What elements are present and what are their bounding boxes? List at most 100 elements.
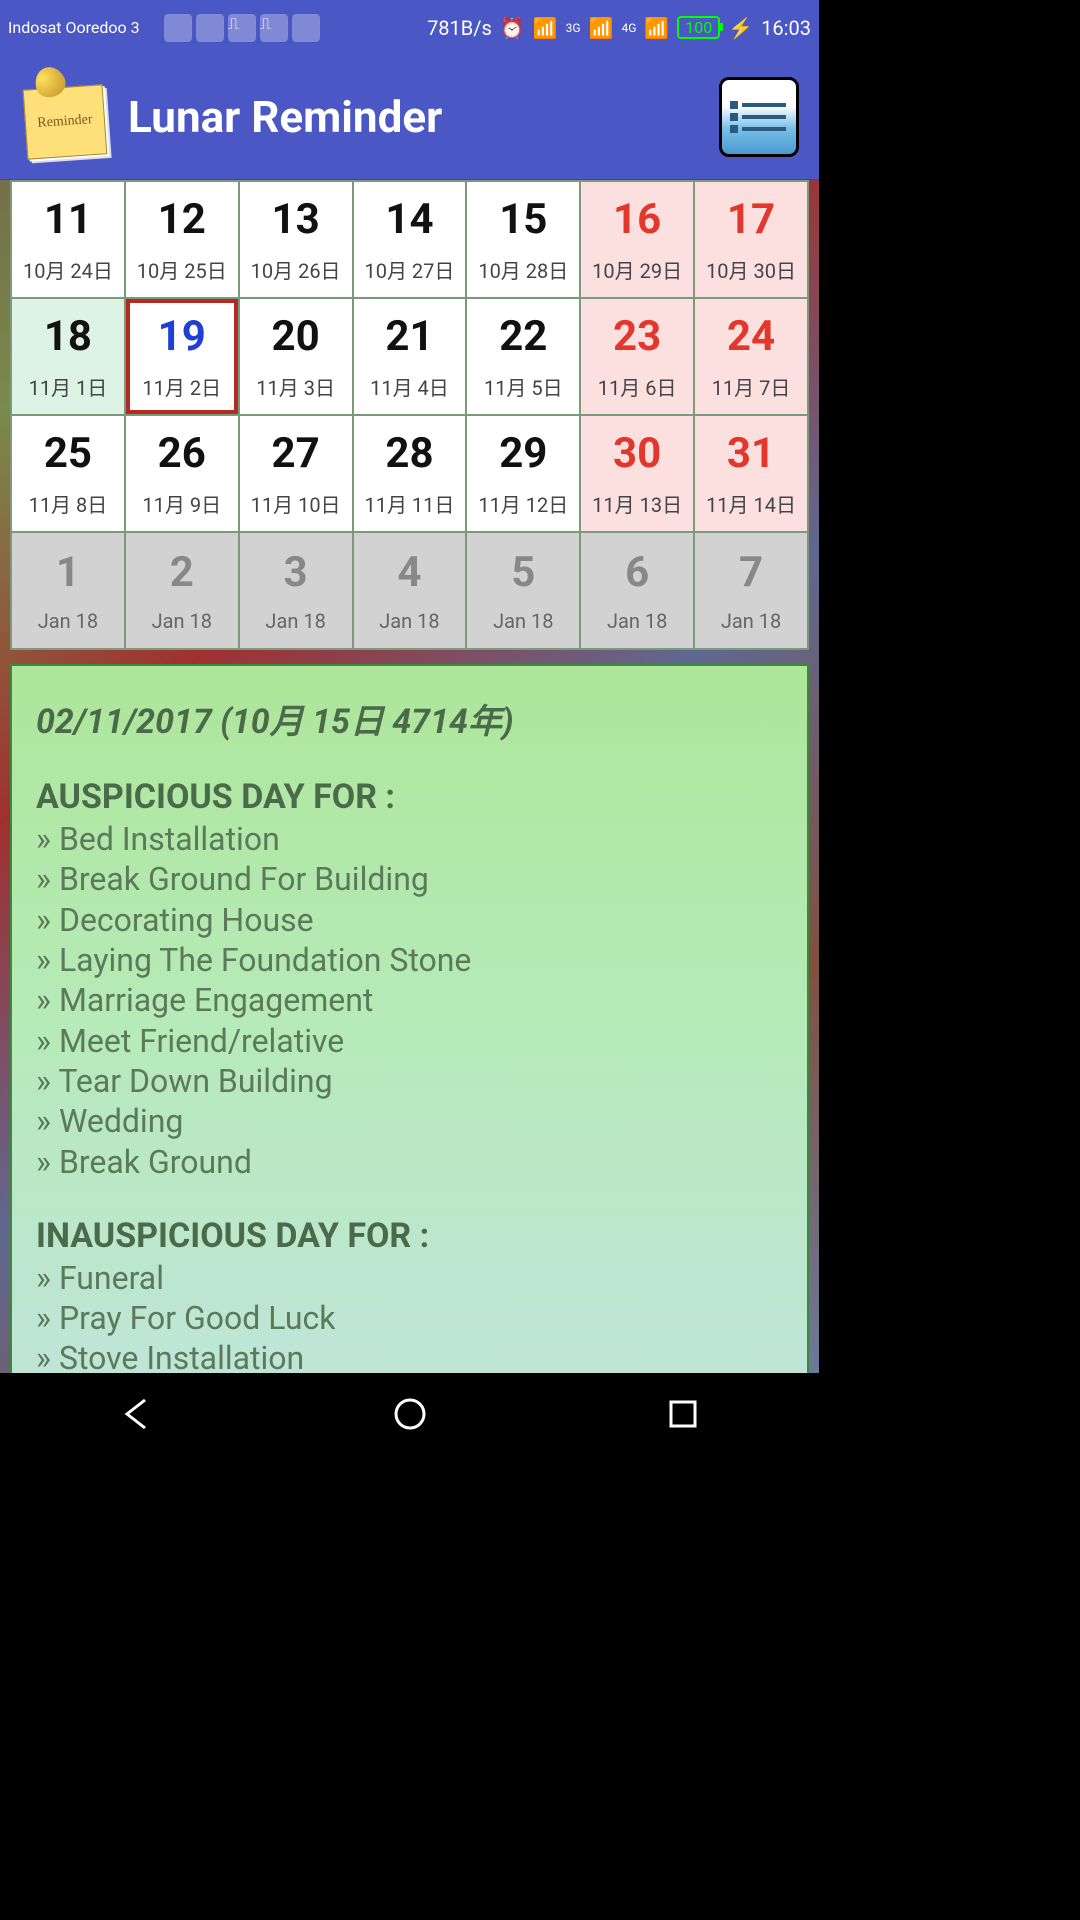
- charging-icon: ⚡: [728, 16, 753, 40]
- calendar-day[interactable]: 1911月 2日: [126, 299, 238, 414]
- calendar-day[interactable]: 3011月 13日: [581, 416, 693, 531]
- network-speed: 781B/s: [427, 16, 492, 40]
- list-item: Wedding: [36, 1101, 783, 1141]
- lunar-label: 10月 26日: [242, 255, 350, 284]
- day-number: 31: [697, 429, 805, 479]
- day-number: 1: [14, 548, 122, 598]
- calendar-day[interactable]: 13 10月 26日: [240, 182, 352, 297]
- lunar-label: 11月 10日: [242, 489, 350, 518]
- calendar-day[interactable]: 2911月 12日: [467, 416, 579, 531]
- calendar-day[interactable]: 17 10月 30日: [695, 182, 807, 297]
- status-bar: Indosat Ooredoo 3 ⎍ ⎍ 781B/s ⏰ 📶 3G 📶 4G…: [0, 0, 819, 55]
- lunar-label: 10月 29日: [583, 255, 691, 284]
- day-number: 13: [242, 195, 350, 245]
- calendar-day[interactable]: 2411月 7日: [695, 299, 807, 414]
- calendar-day[interactable]: 25 11月 8日: [12, 416, 124, 531]
- lunar-label: 11月 8日: [14, 489, 122, 518]
- calendar-day[interactable]: 2111月 4日: [354, 299, 466, 414]
- calendar-day[interactable]: 20 11月 3日: [240, 299, 352, 414]
- calendar-day[interactable]: 3Jan 18: [240, 533, 352, 648]
- calendar-day[interactable]: 1Jan 18: [12, 533, 124, 648]
- calendar-day[interactable]: 4 Jan 18: [354, 533, 466, 648]
- clock: 16:03: [761, 16, 811, 40]
- lunar-label: 10月 30日: [697, 255, 805, 284]
- day-number: 20: [242, 312, 350, 362]
- day-number: 7: [697, 548, 805, 598]
- notif-icon: [196, 14, 224, 42]
- home-button[interactable]: [390, 1394, 430, 1434]
- calendar-day[interactable]: 2311月 6日: [581, 299, 693, 414]
- list-item: Pray For Good Luck: [36, 1298, 783, 1338]
- day-number: 27: [242, 429, 350, 479]
- calendar-grid: 1110月 24日1210月 25日1310月 26日1410月 27日1510…: [10, 180, 809, 650]
- usb-icon: ⎍: [228, 14, 256, 42]
- back-button[interactable]: [117, 1394, 157, 1434]
- auspicious-list: Bed InstallationBreak Ground For Buildin…: [36, 819, 783, 1182]
- inauspicious-heading: INAUSPICIOUS DAY FOR :: [36, 1216, 783, 1256]
- list-item: Meet Friend/relative: [36, 1021, 783, 1061]
- list-icon-line: [742, 103, 786, 107]
- day-number: 23: [583, 312, 691, 362]
- signal-4g: 4G: [621, 21, 636, 35]
- battery-indicator: 100: [677, 16, 720, 39]
- list-item: Funeral: [36, 1258, 783, 1298]
- day-number: 25: [14, 429, 122, 479]
- calendar-day[interactable]: 1610月 29日: [581, 182, 693, 297]
- calendar-day[interactable]: 27 11月 10日: [240, 416, 352, 531]
- calendar-day[interactable]: 14 10月 27日: [354, 182, 466, 297]
- calendar-day[interactable]: 31 11月 14日: [695, 416, 807, 531]
- lunar-label: 10月 28日: [469, 255, 577, 284]
- lunar-label: 11月 3日: [242, 372, 350, 401]
- lunar-label: 11月 12日: [469, 489, 577, 518]
- app-icon: Reminder: [20, 72, 110, 162]
- day-number: 6: [583, 548, 691, 598]
- lunar-label: 10月 24日: [14, 255, 122, 284]
- list-item: Break Ground For Building: [36, 859, 783, 899]
- auspicious-heading: AUSPICIOUS DAY FOR :: [36, 777, 783, 817]
- calendar-day[interactable]: 6Jan 18: [581, 533, 693, 648]
- wifi-icon: 📶: [533, 16, 558, 40]
- notif-icon: [292, 14, 320, 42]
- list-icon-line: [742, 127, 786, 131]
- lunar-label: 11月 11日: [356, 489, 464, 518]
- calendar-day[interactable]: 26 11月 9日: [126, 416, 238, 531]
- day-number: 2: [128, 548, 236, 598]
- calendar-day[interactable]: 1210月 25日: [126, 182, 238, 297]
- lunar-label: 11月 2日: [128, 372, 236, 401]
- calendar-day[interactable]: 28 11月 11日: [354, 416, 466, 531]
- android-nav-bar: [0, 1373, 819, 1455]
- calendar-day[interactable]: 1110月 24日: [12, 182, 124, 297]
- day-number: 14: [356, 195, 464, 245]
- day-number: 22: [469, 312, 577, 362]
- calendar-day[interactable]: 15 10月 28日: [467, 182, 579, 297]
- day-number: 4: [356, 548, 464, 598]
- calendar-day[interactable]: 5Jan 18: [467, 533, 579, 648]
- list-item: Tear Down Building: [36, 1061, 783, 1101]
- usb-icon: ⎍: [260, 14, 288, 42]
- lunar-label: 10月 27日: [356, 255, 464, 284]
- recent-apps-button[interactable]: [663, 1394, 703, 1434]
- day-number: 24: [697, 312, 805, 362]
- calendar-day[interactable]: 2 Jan 18: [126, 533, 238, 648]
- inauspicious-list: FuneralPray For Good LuckStove Installat…: [36, 1258, 783, 1379]
- calendar-day[interactable]: 1811月 1日: [12, 299, 124, 414]
- day-number: 17: [697, 195, 805, 245]
- lunar-label: 11月 1日: [14, 372, 122, 401]
- lunar-label: Jan 18: [128, 609, 236, 633]
- lunar-label: Jan 18: [356, 609, 464, 633]
- reminder-note-icon: Reminder: [23, 84, 108, 159]
- day-number: 15: [469, 195, 577, 245]
- calendar-day[interactable]: 7Jan 18: [695, 533, 807, 648]
- signal-icon: 📶: [644, 16, 669, 40]
- lunar-label: 11月 14日: [697, 489, 805, 518]
- day-number: 26: [128, 429, 236, 479]
- solar-date: 02/11/2017: [36, 702, 212, 742]
- day-info-panel[interactable]: 02/11/2017 (10月 15日 4714年) AUSPICIOUS DA…: [10, 664, 809, 1379]
- alarm-icon: ⏰: [500, 16, 525, 40]
- day-number: 28: [356, 429, 464, 479]
- signal-3g: 3G: [566, 21, 581, 35]
- app-title: Lunar Reminder: [128, 91, 701, 143]
- lunar-label: 11月 9日: [128, 489, 236, 518]
- list-button[interactable]: [719, 77, 799, 157]
- calendar-day[interactable]: 2211月 5日: [467, 299, 579, 414]
